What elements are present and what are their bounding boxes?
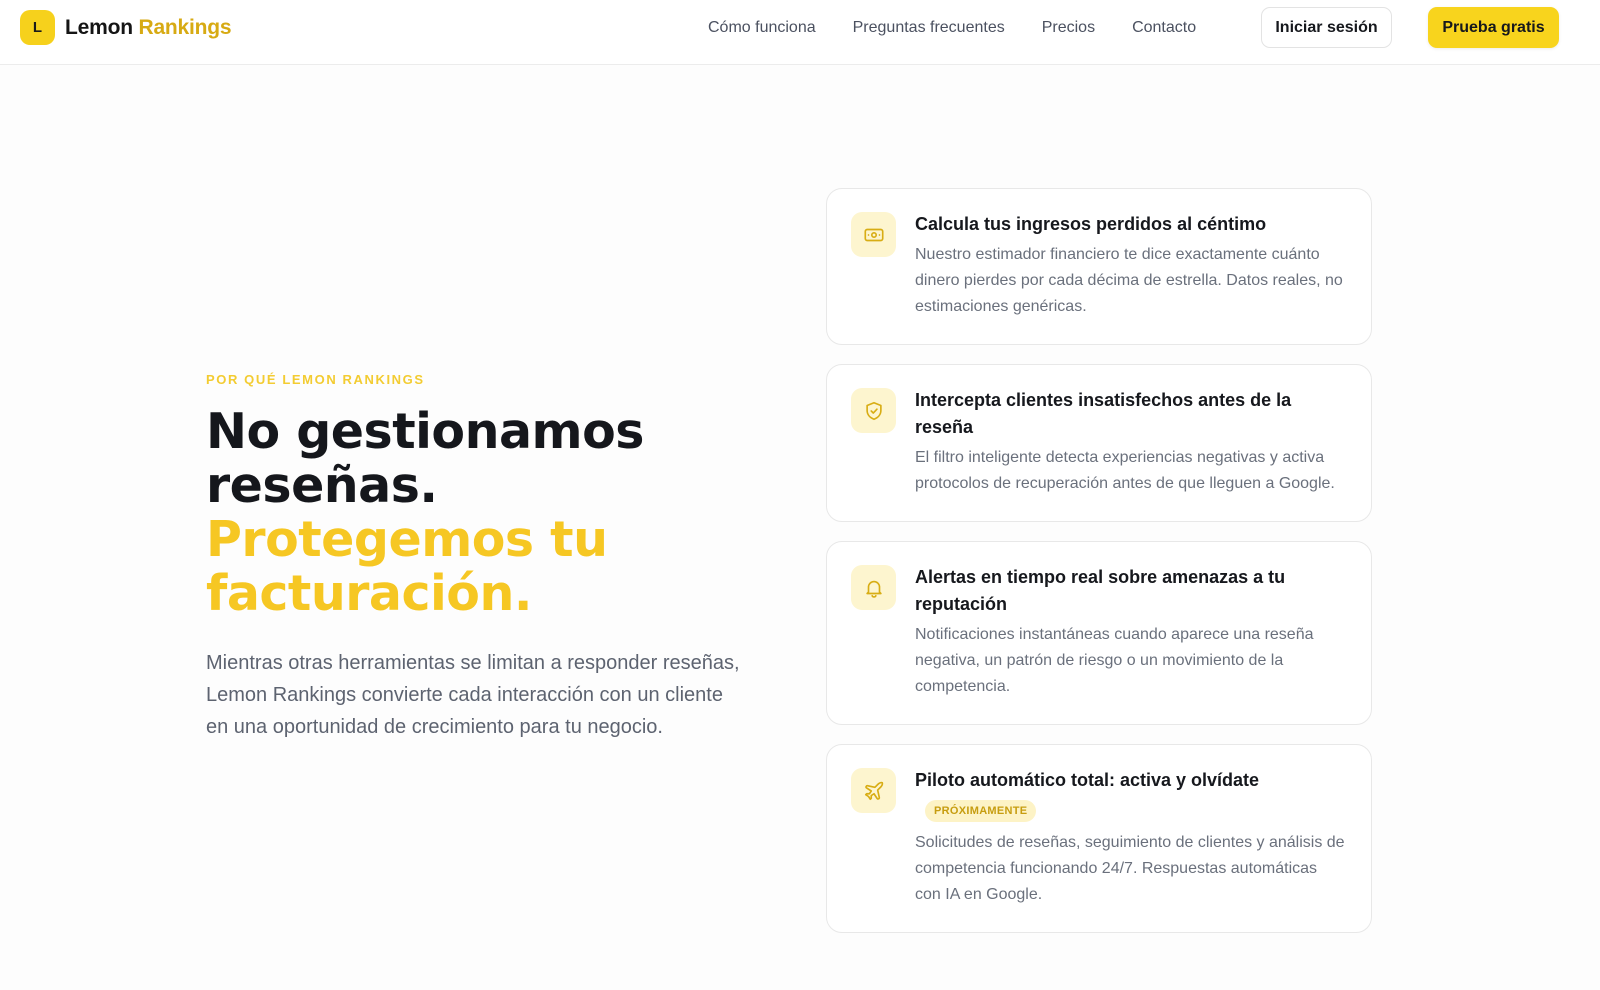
headline-line-2: reseñas.	[206, 457, 438, 514]
shield-check-icon	[851, 388, 896, 433]
plane-icon	[851, 768, 896, 813]
coming-soon-badge: PRÓXIMAMENTE	[925, 800, 1037, 822]
free-trial-button[interactable]: Prueba gratis	[1428, 7, 1559, 48]
brand-name: Lemon Rankings	[65, 15, 232, 40]
nav-links: Cómo funciona Preguntas frecuentes Preci…	[708, 0, 1233, 56]
nav-link-como-funciona[interactable]: Cómo funciona	[708, 19, 816, 37]
feature-card-intercept: Intercepta clientes insatisfechos antes …	[826, 364, 1372, 522]
feature-title: Alertas en tiempo real sobre amenazas a …	[915, 567, 1286, 614]
brand-mark: L	[20, 10, 55, 45]
bell-icon	[851, 565, 896, 610]
feature-card-lost-revenue: Calcula tus ingresos perdidos al céntimo…	[826, 188, 1372, 345]
hero-eyebrow: POR QUÉ LEMON RANKINGS	[206, 372, 425, 387]
brand-name-part2: Rankings	[138, 15, 232, 39]
feature-title: Piloto automático total: activa y olvída…	[915, 770, 1260, 790]
nav-link-preguntas-frecuentes[interactable]: Preguntas frecuentes	[853, 19, 1005, 37]
hero-section: POR QUÉ LEMON RANKINGS No gestionamos re…	[206, 372, 746, 763]
feature-title: Calcula tus ingresos perdidos al céntimo	[915, 214, 1267, 234]
headline-line-1: No gestionamos	[206, 403, 644, 460]
hero-description: Mientras otras herramientas se limitan a…	[206, 652, 740, 738]
feature-cards: Calcula tus ingresos perdidos al céntimo…	[826, 188, 1372, 952]
feature-title: Intercepta clientes insatisfechos antes …	[915, 390, 1292, 437]
navbar: L Lemon Rankings Cómo funciona Preguntas…	[0, 0, 1600, 65]
hero-headline: No gestionamos reseñas. Protegemos tu fa…	[206, 405, 746, 621]
login-button[interactable]: Iniciar sesión	[1261, 7, 1392, 48]
headline-line-4: facturación.	[206, 565, 532, 622]
feature-description: Solicitudes de reseñas, seguimiento de c…	[915, 834, 1345, 903]
feature-card-autopilot: Piloto automático total: activa y olvída…	[826, 744, 1372, 933]
brand-logo-link[interactable]: L Lemon Rankings	[20, 10, 232, 45]
brand-name-part1: Lemon	[65, 15, 133, 39]
feature-description: Nuestro estimador financiero te dice exa…	[915, 246, 1343, 315]
feature-card-alerts: Alertas en tiempo real sobre amenazas a …	[826, 541, 1372, 725]
money-icon	[851, 212, 896, 257]
nav-link-contacto[interactable]: Contacto	[1132, 19, 1196, 37]
nav-link-precios[interactable]: Precios	[1042, 19, 1095, 37]
headline-line-3: Protegemos tu	[206, 511, 608, 568]
feature-description: Notificaciones instantáneas cuando apare…	[915, 626, 1314, 695]
feature-description: El filtro inteligente detecta experienci…	[915, 449, 1335, 492]
